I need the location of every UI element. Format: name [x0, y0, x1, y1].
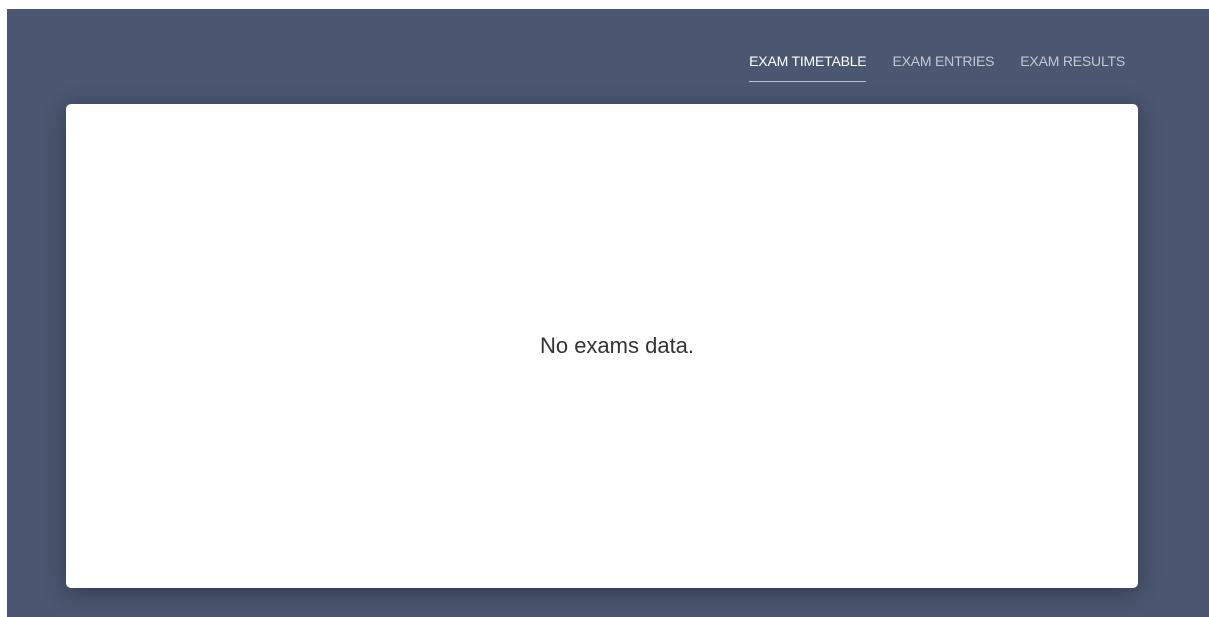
exam-tabs: EXAM TIMETABLE EXAM ENTRIES EXAM RESULTS — [749, 53, 1125, 82]
empty-state-message: No exams data. — [539, 333, 695, 358]
tab-exam-entries[interactable]: EXAM ENTRIES — [892, 53, 994, 82]
tab-exam-results[interactable]: EXAM RESULTS — [1020, 53, 1125, 82]
exams-panel: No exams data. — [66, 104, 1138, 588]
tab-exam-timetable[interactable]: EXAM TIMETABLE — [749, 53, 867, 82]
page-background: EXAM TIMETABLE EXAM ENTRIES EXAM RESULTS… — [7, 9, 1209, 617]
